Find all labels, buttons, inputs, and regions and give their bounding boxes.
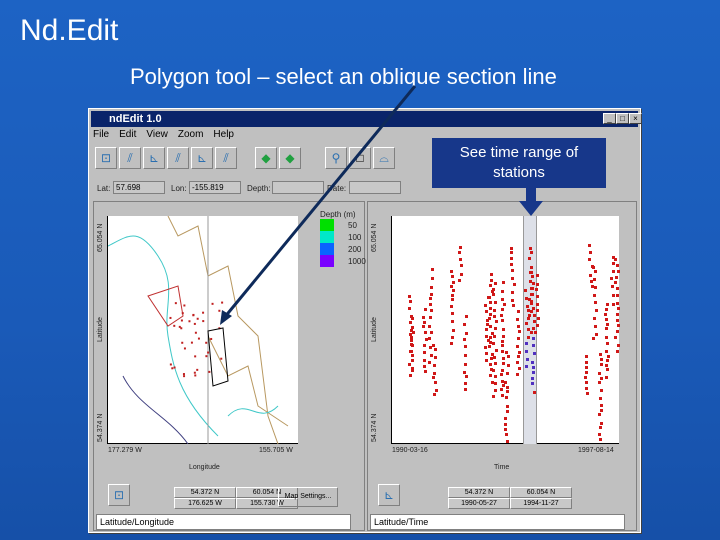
down-arrow-icon <box>519 201 543 216</box>
down-arrow-shaft <box>526 188 536 202</box>
annotation-arrows <box>220 85 543 325</box>
oblique-line-arrow <box>222 85 417 319</box>
